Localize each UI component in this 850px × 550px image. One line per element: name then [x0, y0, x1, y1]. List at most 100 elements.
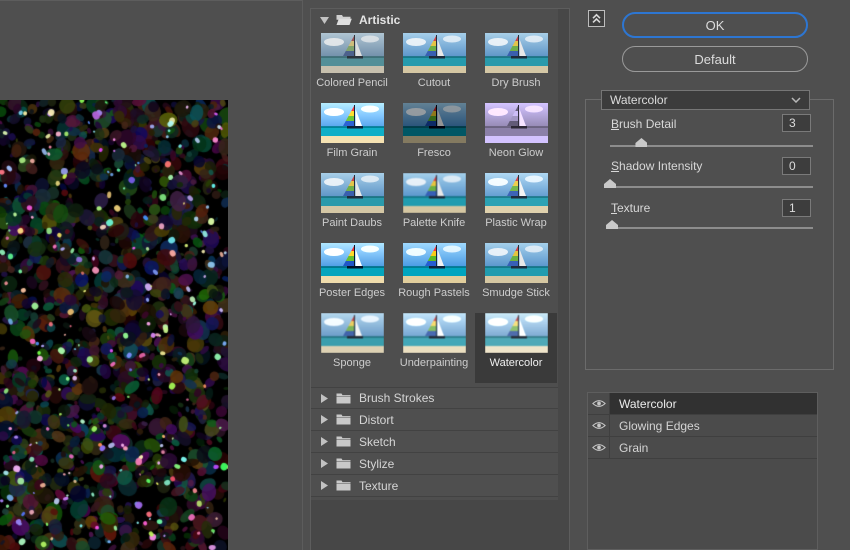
- eye-icon: [592, 421, 606, 430]
- filter-thumb-cutout[interactable]: Cutout: [393, 33, 475, 103]
- thumbnail-image: [485, 243, 548, 283]
- collapsed-triangle-icon: [320, 437, 328, 446]
- thumbnail-label: Sponge: [333, 357, 371, 369]
- thumbnail-image: [403, 103, 466, 143]
- category-label: Brush Strokes: [359, 391, 434, 405]
- panel-top-bevel: [0, 0, 302, 1]
- category-label: Texture: [359, 479, 398, 493]
- thumbnail-image: [321, 103, 384, 143]
- chevron-down-icon: [791, 97, 801, 103]
- collapsed-triangle-icon: [320, 394, 328, 403]
- filter-thumb-rough-pastels[interactable]: Rough Pastels: [393, 243, 475, 313]
- filter-thumb-smudge-stick[interactable]: Smudge Stick: [475, 243, 557, 313]
- filter-thumb-neon-glow[interactable]: Neon Glow: [475, 103, 557, 173]
- eye-icon: [592, 443, 606, 452]
- effect-layer-name: Glowing Edges: [610, 415, 817, 436]
- texture-value[interactable]: 1: [782, 199, 811, 217]
- shadow-intensity-slider-track[interactable]: [610, 186, 813, 188]
- thumbnail-label: Neon Glow: [489, 147, 543, 159]
- collapse-panel-button[interactable]: [588, 10, 605, 27]
- filter-settings-panel: OK Default Watercolor Brush Detail 3 Sha…: [570, 0, 850, 550]
- filter-options-groupbox: [585, 99, 834, 370]
- filter-thumb-fresco[interactable]: Fresco: [393, 103, 475, 173]
- collapsed-triangle-icon: [320, 459, 328, 468]
- dropdown-selected-value: Watercolor: [610, 93, 791, 107]
- effect-layers-list: Watercolor Glowing Edges Grain: [587, 392, 818, 550]
- effect-layer-grain[interactable]: Grain: [588, 437, 817, 459]
- thumbnail-label: Film Grain: [327, 147, 378, 159]
- thumbnail-label: Palette Knife: [403, 217, 465, 229]
- folder-icon: [336, 458, 351, 469]
- filter-thumb-plastic-wrap[interactable]: Plastic Wrap: [475, 173, 557, 243]
- visibility-toggle[interactable]: [588, 393, 610, 414]
- thumbnail-image: [485, 173, 548, 213]
- category-label: Sketch: [359, 435, 396, 449]
- thumbnail-grid: Colored Pencil Cutout: [311, 33, 558, 383]
- thumbnail-label: Cutout: [418, 77, 450, 89]
- visibility-toggle[interactable]: [588, 415, 610, 436]
- filter-thumb-underpainting[interactable]: Underpainting: [393, 313, 475, 383]
- open-folder-icon: [336, 14, 352, 26]
- brush-detail-value[interactable]: 3: [782, 114, 811, 132]
- thumbnail-image: [485, 313, 548, 353]
- double-chevron-up-icon: [591, 13, 602, 24]
- thumbnail-image: [321, 243, 384, 283]
- expanded-triangle-icon: [320, 16, 329, 24]
- effect-layer-glowing-edges[interactable]: Glowing Edges: [588, 415, 817, 437]
- thumbnail-label: Smudge Stick: [482, 287, 550, 299]
- texture-slider-track[interactable]: [610, 227, 813, 229]
- thumbnail-label: Rough Pastels: [398, 287, 470, 299]
- category-artistic[interactable]: Artistic: [311, 9, 558, 31]
- thumbnail-image: [403, 243, 466, 283]
- category-label: Stylize: [359, 457, 394, 471]
- category-stylize[interactable]: Stylize: [311, 453, 558, 475]
- category-sketch[interactable]: Sketch: [311, 431, 558, 453]
- effect-layer-name: Watercolor: [610, 393, 817, 414]
- collapsed-triangle-icon: [320, 415, 328, 424]
- filter-thumb-colored-pencil[interactable]: Colored Pencil: [311, 33, 393, 103]
- shadow-intensity-value[interactable]: 0: [782, 157, 811, 175]
- thumbnail-image: [321, 313, 384, 353]
- thumbnail-image: [485, 103, 548, 143]
- shadow-intensity-label: Shadow Intensity: [611, 159, 702, 173]
- effect-layer-name: Grain: [610, 437, 817, 458]
- thumbnail-label: Watercolor: [490, 357, 543, 369]
- filter-thumb-sponge[interactable]: Sponge: [311, 313, 393, 383]
- category-texture[interactable]: Texture: [311, 475, 558, 497]
- thumbnail-label: Fresco: [417, 147, 451, 159]
- thumbnail-image: [403, 173, 466, 213]
- filter-thumb-paint-daubs[interactable]: Paint Daubs: [311, 173, 393, 243]
- filter-thumb-dry-brush[interactable]: Dry Brush: [475, 33, 557, 103]
- category-folder-list: Brush Strokes Distort Sketch Stylize Tex: [311, 387, 558, 497]
- visibility-toggle[interactable]: [588, 437, 610, 458]
- thumbnail-label: Colored Pencil: [316, 77, 388, 89]
- preview-gallery-divider: [302, 0, 303, 550]
- filter-gallery-panel: Artistic Colored Pencil: [310, 8, 570, 550]
- filter-thumb-film-grain[interactable]: Film Grain: [311, 103, 393, 173]
- filter-thumb-watercolor-selected[interactable]: Watercolor: [475, 313, 557, 383]
- thumbnail-label: Plastic Wrap: [485, 217, 547, 229]
- category-distort[interactable]: Distort: [311, 409, 558, 431]
- effect-layer-watercolor[interactable]: Watercolor: [588, 393, 817, 415]
- thumbnail-label: Dry Brush: [492, 77, 541, 89]
- thumbnail-image: [321, 173, 384, 213]
- ok-button[interactable]: OK: [622, 12, 808, 38]
- thumbnail-label: Paint Daubs: [322, 217, 382, 229]
- folder-icon: [336, 480, 351, 491]
- folder-icon: [336, 414, 351, 425]
- thumbnail-label: Poster Edges: [319, 287, 385, 299]
- thumbnail-image: [485, 33, 548, 73]
- filter-select-dropdown[interactable]: Watercolor: [601, 90, 810, 110]
- thumbnail-image: [403, 313, 466, 353]
- folder-icon: [336, 393, 351, 404]
- category-brush-strokes[interactable]: Brush Strokes: [311, 387, 558, 409]
- collapsed-triangle-icon: [320, 481, 328, 490]
- folder-icon: [336, 436, 351, 447]
- filter-gallery-list: Artistic Colored Pencil: [311, 9, 558, 500]
- filter-thumb-palette-knife[interactable]: Palette Knife: [393, 173, 475, 243]
- thumbnail-label: Underpainting: [400, 357, 469, 369]
- texture-label: Texture: [611, 201, 650, 215]
- filter-thumb-poster-edges[interactable]: Poster Edges: [311, 243, 393, 313]
- default-button[interactable]: Default: [622, 46, 808, 72]
- filter-preview-image[interactable]: [0, 100, 228, 550]
